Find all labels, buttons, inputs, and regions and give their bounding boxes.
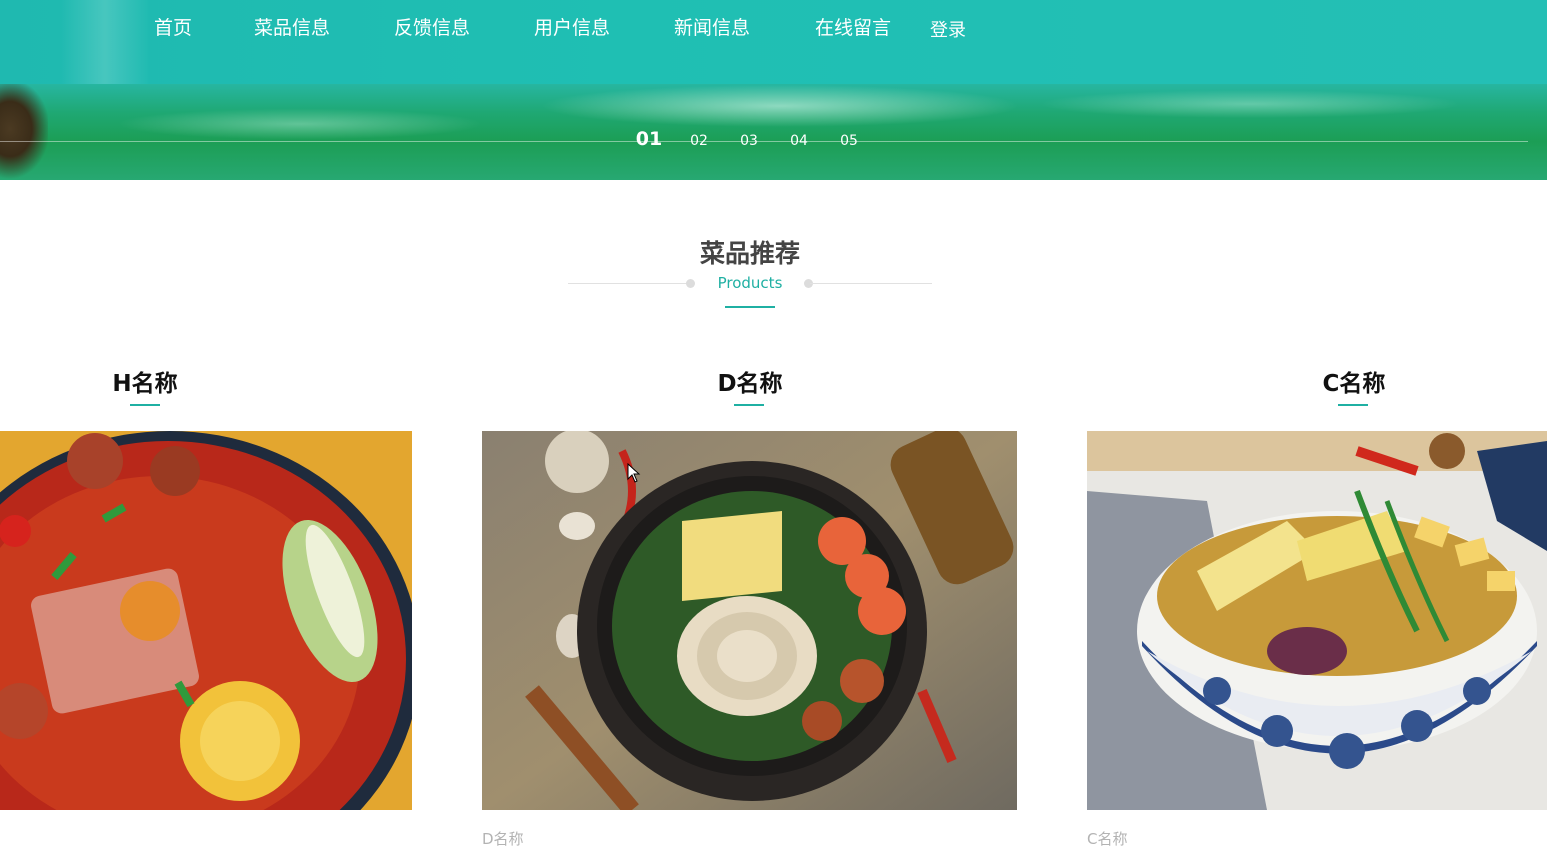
rock-decoration	[0, 84, 48, 180]
product-image[interactable]	[482, 431, 1017, 810]
nav-item-dishes[interactable]: 菜品信息	[254, 14, 330, 42]
slider-dot-1[interactable]: 01	[634, 129, 664, 149]
slider-dot-2[interactable]: 02	[684, 131, 714, 151]
mouse-cursor-icon	[627, 463, 641, 483]
slider-dot-3[interactable]: 03	[734, 131, 764, 151]
product-title[interactable]: H名称	[95, 364, 195, 397]
section-title: 菜品推荐	[699, 239, 800, 268]
product-image[interactable]	[0, 431, 412, 810]
product-title-underline	[130, 404, 160, 406]
slider-dot-5[interactable]: 05	[834, 131, 864, 151]
waterfall-mist	[0, 84, 1547, 180]
product-image[interactable]	[1087, 431, 1547, 810]
top-nav: 首页 菜品信息 反馈信息 用户信息 新闻信息 在线留言 登录	[0, 0, 1547, 84]
hero-banner: 01 02 03 04 05	[0, 84, 1547, 180]
product-caption: D名称	[482, 830, 524, 848]
nav-item-users[interactable]: 用户信息	[534, 14, 610, 42]
slider-track-line	[0, 141, 1528, 142]
login-link[interactable]: 登录	[930, 17, 966, 45]
product-title-underline	[1338, 404, 1368, 406]
hotpot-dish-image	[0, 431, 412, 810]
nav-item-home[interactable]: 首页	[154, 14, 192, 42]
section-subtitle: Products	[717, 274, 783, 292]
nav-item-news[interactable]: 新闻信息	[674, 14, 750, 42]
claypot-dish-image	[482, 431, 1017, 810]
product-title[interactable]: C名称	[1304, 364, 1404, 397]
title-divider-right	[810, 283, 932, 284]
product-title[interactable]: D名称	[700, 364, 800, 397]
section-title-underline	[725, 306, 775, 308]
slider-dot-4[interactable]: 04	[784, 131, 814, 151]
product-title-underline	[734, 404, 764, 406]
nav-item-feedback[interactable]: 反馈信息	[394, 14, 470, 42]
nav-item-messages[interactable]: 在线留言	[815, 14, 891, 42]
noodle-bowl-image	[1087, 431, 1547, 810]
product-caption: C名称	[1087, 830, 1128, 848]
